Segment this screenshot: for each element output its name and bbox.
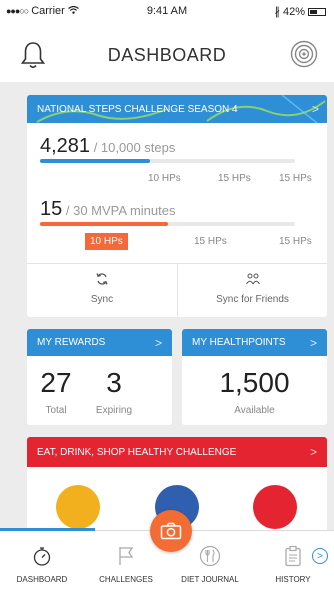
mvpa-progress-bar — [40, 222, 295, 226]
sync-icon — [27, 272, 177, 288]
chevron-right-icon: > — [309, 445, 317, 459]
steps-goal: / 10,000 steps — [93, 140, 176, 155]
chevron-right-icon: > — [309, 336, 317, 350]
battery-indicator: ∦ 42% — [274, 5, 326, 18]
clipboard-icon — [282, 545, 304, 567]
healthpoints-value: 1,500 — [219, 367, 290, 398]
rewards-expiring-value: 3 — [106, 367, 122, 398]
app-header: DASHBOARD — [0, 20, 334, 82]
healthpoints-banner: MY HEALTHPOINTS > — [182, 329, 327, 356]
mvpa-progress-fill — [40, 222, 168, 226]
battery-percent: 42% — [282, 5, 305, 18]
steps-value: 4,281 — [40, 135, 91, 157]
eat-challenge-banner[interactable]: EAT, DRINK, SHOP HEALTHY CHALLENGE > — [27, 437, 327, 467]
healthpoints-label: Available — [234, 405, 275, 416]
healthpoints-title: MY HEALTHPOINTS — [192, 337, 286, 348]
rewards-total-label: Total — [45, 405, 67, 416]
steps-milestone: 10 HPs — [148, 173, 181, 184]
beacon-icon[interactable] — [290, 40, 318, 68]
sync-label: Sync — [90, 294, 114, 305]
camera-icon — [160, 522, 182, 540]
steps-milestone: 15 HPs — [279, 173, 312, 184]
sync-friends-button[interactable]: Sync for Friends — [177, 264, 327, 317]
stopwatch-icon — [31, 545, 53, 567]
utensils-icon — [199, 545, 221, 567]
steps-progress-bar — [40, 159, 295, 163]
rewards-card[interactable]: MY REWARDS > 27 Total 3 Expiring — [27, 329, 172, 425]
healthpoints-card[interactable]: MY HEALTHPOINTS > 1,500 Available — [182, 329, 327, 425]
steps-metric: 4,281 / 10,000 steps — [40, 135, 175, 158]
tab-label: DIET JOURNAL — [181, 575, 239, 584]
steps-challenge-title: NATIONAL STEPS CHALLENGE SEASON 4 — [37, 103, 238, 115]
bluetooth-icon: ∦ — [274, 6, 280, 18]
sync-button[interactable]: Sync — [27, 264, 177, 317]
rewards-banner: MY REWARDS > — [27, 329, 172, 356]
rewards-expiring-label: Expiring — [95, 405, 133, 416]
category-eat-icon[interactable] — [56, 485, 100, 529]
tab-label: DASHBOARD — [16, 575, 68, 584]
camera-button[interactable] — [150, 510, 192, 552]
flag-icon — [115, 545, 137, 567]
mvpa-metric: 15 / 30 MVPA minutes — [40, 198, 175, 221]
mvpa-milestone: 15 HPs — [279, 236, 312, 247]
mvpa-goal: / 30 MVPA minutes — [65, 203, 176, 218]
sync-friends-label: Sync for Friends — [216, 294, 289, 305]
steps-challenge-banner[interactable]: NATIONAL STEPS CHALLENGE SEASON 4 > — [27, 95, 327, 123]
mvpa-milestone: 15 HPs — [194, 236, 227, 247]
mvpa-value: 15 — [40, 198, 63, 220]
chevron-right-icon[interactable]: > — [312, 548, 328, 564]
mvpa-milestone-achieved: 10 HPs — [85, 233, 128, 250]
tab-label: HISTORY — [275, 575, 311, 584]
steps-challenge-card: NATIONAL STEPS CHALLENGE SEASON 4 > 4,28… — [27, 95, 327, 317]
category-shop-icon[interactable] — [253, 485, 297, 529]
page-title: DASHBOARD — [107, 45, 227, 65]
friends-icon — [178, 272, 327, 288]
chevron-right-icon: > — [154, 336, 162, 350]
tab-label: CHALLENGES — [99, 575, 153, 584]
eat-challenge-title: EAT, DRINK, SHOP HEALTHY CHALLENGE — [37, 446, 237, 458]
status-bar: ●●●○○ Carrier 9:41 AM ∦ 42% — [0, 0, 334, 20]
chevron-right-icon: > — [311, 102, 319, 116]
sync-row: Sync Sync for Friends — [27, 263, 327, 317]
tab-dashboard[interactable]: DASHBOARD — [0, 531, 84, 592]
rewards-title: MY REWARDS — [37, 337, 106, 348]
rewards-total-value: 27 — [40, 367, 72, 398]
battery-icon — [308, 7, 326, 16]
steps-progress-fill — [40, 159, 150, 163]
steps-milestone: 15 HPs — [218, 173, 251, 184]
